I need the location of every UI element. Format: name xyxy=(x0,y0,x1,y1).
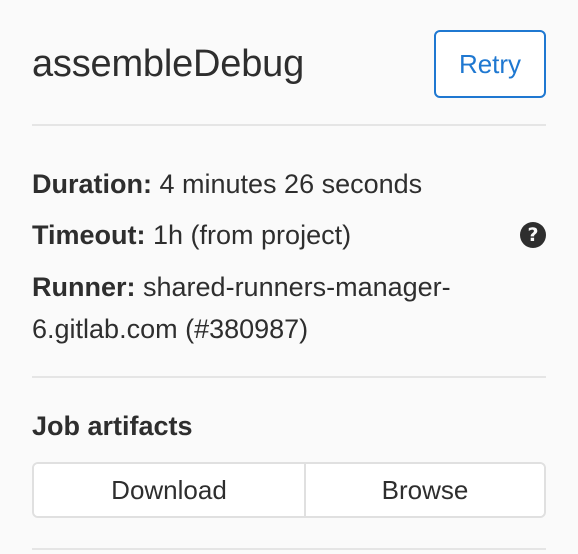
job-info: Duration: 4 minutes 26 seconds Timeout: … xyxy=(32,126,546,350)
browse-artifacts-button[interactable]: Browse xyxy=(306,464,544,516)
question-circle-icon[interactable]: ? xyxy=(520,222,546,248)
runner-value-line2: 6.gitlab.com (#380987) xyxy=(32,314,309,344)
timeout-row: Timeout: 1h (from project) ? xyxy=(32,215,546,256)
job-header: assembleDebug Retry xyxy=(32,0,546,124)
job-sidebar: assembleDebug Retry Duration: 4 minutes … xyxy=(0,0,578,554)
runner-label: Runner: xyxy=(32,272,136,302)
artifacts-title: Job artifacts xyxy=(32,411,193,441)
job-title: assembleDebug xyxy=(32,42,305,85)
duration-value: 4 minutes 26 seconds xyxy=(159,169,423,199)
duration-label: Duration: xyxy=(32,169,152,199)
runner-row: Runner: shared-runners-manager- 6.gitlab… xyxy=(32,266,546,350)
info-divider xyxy=(32,376,546,378)
bottom-divider xyxy=(32,548,546,550)
download-artifacts-button[interactable]: Download xyxy=(34,464,306,516)
timeout-label: Timeout: xyxy=(32,220,146,250)
artifacts-button-group: Download Browse xyxy=(32,462,546,518)
duration-row: Duration: 4 minutes 26 seconds xyxy=(32,164,546,205)
timeout-value: 1h (from project) xyxy=(153,220,352,250)
retry-button[interactable]: Retry xyxy=(434,30,546,98)
runner-value-line1: shared-runners-manager- xyxy=(143,272,451,302)
